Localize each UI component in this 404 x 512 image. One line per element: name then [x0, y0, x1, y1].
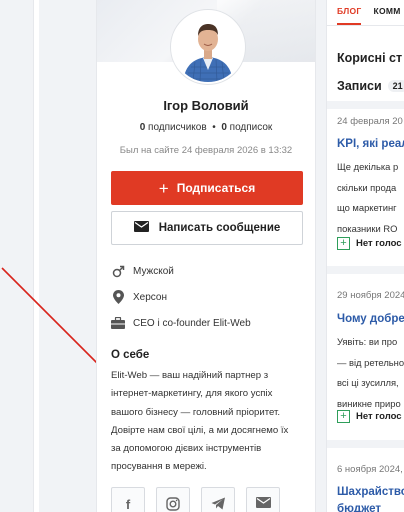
- followers-label[interactable]: подписчиков: [148, 122, 207, 133]
- about-line: Довірте нам свої цілі, а ми досягнемо їх: [111, 424, 289, 436]
- tab-blog[interactable]: БЛОГ: [337, 6, 362, 16]
- upvote-plus-icon[interactable]: +: [337, 410, 350, 423]
- vote-row: + Нет голос: [337, 410, 402, 423]
- posts-count-badge: 21: [387, 80, 404, 92]
- stats-separator: •: [212, 122, 216, 133]
- excerpt-line: Ще декілька р: [337, 161, 399, 172]
- vote-row: + Нет голос: [337, 237, 402, 250]
- position-row: CEO i co-founder Elit-Web: [111, 314, 251, 332]
- post-title-link[interactable]: Шахрайство: [337, 486, 404, 498]
- blog-tabs: БЛОГ КОММ: [337, 6, 401, 16]
- posts-heading: Записи 21: [337, 79, 404, 93]
- upvote-plus-icon[interactable]: +: [337, 237, 350, 250]
- excerpt-line: показники RO: [337, 222, 398, 234]
- plus-icon: +: [158, 178, 169, 198]
- briefcase-icon: [111, 316, 125, 330]
- post-gap: [327, 266, 404, 274]
- gender-value: Мужской: [133, 265, 174, 277]
- post-title-link[interactable]: KPI, які реал: [337, 138, 404, 150]
- following-count[interactable]: 0: [221, 122, 227, 133]
- post-gap: [327, 440, 404, 448]
- vote-label: Нет голос: [356, 238, 402, 249]
- tabs-divider: [327, 25, 404, 26]
- about-text: Elit-Web — ваш надійний партнер з інтерн…: [111, 367, 307, 477]
- about-line: просування в мережі.: [111, 461, 207, 473]
- blog-section-title: Корисні ст: [337, 51, 403, 65]
- subscribe-button[interactable]: + Подписаться: [111, 171, 303, 205]
- telegram-icon[interactable]: [201, 487, 235, 512]
- about-title: О себе: [111, 349, 150, 361]
- follow-stats: 0 подписчиков • 0 подписок: [97, 122, 315, 133]
- about-line: за допомогою дієвих інструментів: [111, 443, 262, 455]
- about-line: інтернет-маркетингу, для якого успіх: [111, 388, 273, 400]
- post-title-link[interactable]: Чому добре: [337, 313, 404, 325]
- email-icon[interactable]: [246, 487, 280, 512]
- profile-name: Ігор Воловий: [163, 98, 249, 113]
- tab-comments[interactable]: КОММ: [374, 6, 401, 16]
- following-label[interactable]: подписок: [230, 122, 273, 133]
- about-line: Elit-Web — ваш надійний партнер з: [111, 370, 269, 381]
- male-gender-icon: [111, 264, 125, 278]
- city-row: Херсон: [111, 288, 167, 306]
- followers-count[interactable]: 0: [140, 122, 146, 133]
- profile-card: Ігор Воловий 0 подписчиков • 0 подписок …: [96, 0, 316, 512]
- post-date: 6 ноября 2024,: [337, 464, 403, 475]
- post-excerpt: Уявіть: ви про — від ретельно всі ці зус…: [337, 332, 404, 414]
- avatar[interactable]: [171, 10, 245, 84]
- section-gap: [327, 101, 404, 109]
- envelope-icon: [133, 221, 149, 235]
- excerpt-line: всі ці зусилля,: [337, 377, 399, 388]
- posts-heading-label: Записи: [337, 79, 382, 93]
- send-message-label: Написать сообщение: [158, 222, 281, 234]
- excerpt-line: Уявіть: ви про: [337, 336, 398, 347]
- facebook-icon[interactable]: f: [111, 487, 145, 512]
- vote-label: Нет голос: [356, 411, 402, 422]
- post-date: 29 ноября 2024: [337, 290, 404, 301]
- about-line: вашого бізнесу — головний пріоритет.: [111, 406, 281, 418]
- send-message-button[interactable]: Написать сообщение: [111, 211, 303, 245]
- gender-row: Мужской: [111, 262, 174, 280]
- instagram-icon[interactable]: [156, 487, 190, 512]
- excerpt-line: скільки прода: [337, 181, 397, 193]
- city-value: Херсон: [133, 291, 167, 303]
- location-pin-icon: [111, 290, 125, 304]
- position-value: CEO i co-founder Elit-Web: [133, 317, 251, 329]
- excerpt-line: — від ретельно: [337, 356, 404, 368]
- social-links: f: [111, 487, 280, 512]
- post-title-link-continued[interactable]: бюджет: [337, 503, 381, 512]
- subscribe-label: Подписаться: [176, 181, 256, 195]
- post-date: 24 февраля 20: [337, 116, 403, 127]
- excerpt-line: що маркетинг: [337, 202, 397, 213]
- post-excerpt: Ще декілька р скільки прода що маркетинг…: [337, 157, 404, 239]
- left-card-edge: [33, 0, 39, 512]
- last-seen-text: Был на сайте 24 февраля 2026 в 13:32: [119, 145, 293, 156]
- blog-panel: БЛОГ КОММ Корисні ст Записи 21 24 феврал…: [326, 0, 404, 512]
